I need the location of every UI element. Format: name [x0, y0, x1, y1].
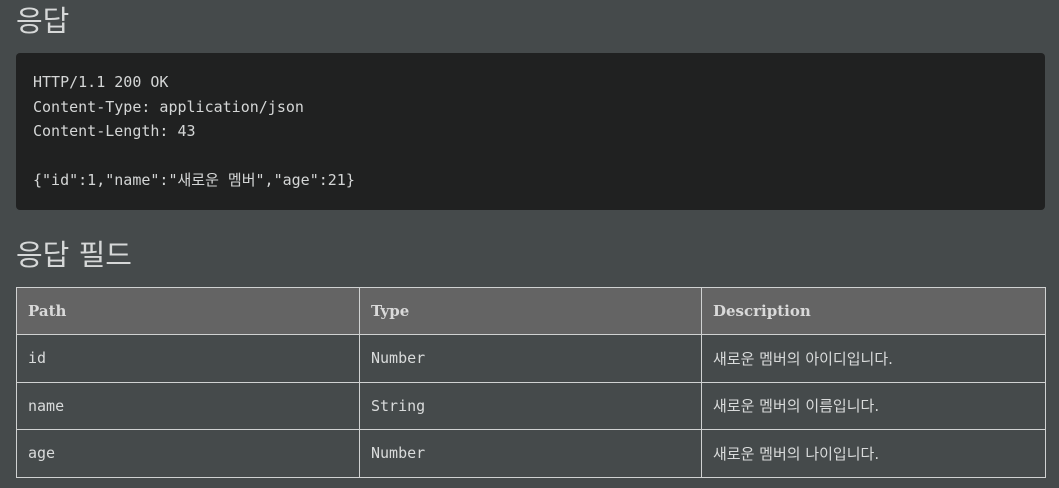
- code-line-content-length: Content-Length: 43: [33, 122, 196, 140]
- cell-description: 새로운 멤버의 이름입니다.: [701, 381, 1046, 430]
- code-line-body: {"id":1,"name":"새로운 멤버","age":21}: [33, 171, 355, 189]
- response-fields-table: Path Type Description id Number 새로운 멤버의 …: [16, 287, 1046, 478]
- response-fields-heading: 응답 필드: [16, 238, 132, 272]
- response-code-block: HTTP/1.1 200 OK Content-Type: applicatio…: [16, 53, 1045, 210]
- cell-path: age: [16, 429, 360, 478]
- table-header-row: Path Type Description: [16, 287, 1046, 335]
- cell-description: 새로운 멤버의 아이디입니다.: [701, 334, 1046, 383]
- header-path: Path: [16, 287, 360, 335]
- cell-description: 새로운 멤버의 나이입니다.: [701, 429, 1046, 478]
- cell-path: id: [16, 334, 360, 383]
- document-page: 응답 HTTP/1.1 200 OK Content-Type: applica…: [0, 0, 1059, 488]
- cell-type: String: [359, 381, 702, 430]
- table-row: name String 새로운 멤버의 이름입니다.: [16, 381, 1046, 430]
- table-row: age Number 새로운 멤버의 나이입니다.: [16, 429, 1046, 478]
- cell-type: Number: [359, 334, 702, 383]
- code-line-content-type: Content-Type: application/json: [33, 97, 304, 116]
- code-line-status: HTTP/1.1 200 OK: [33, 73, 169, 91]
- cell-path: name: [16, 381, 360, 430]
- header-description: Description: [701, 287, 1046, 335]
- cell-type: Number: [359, 429, 702, 478]
- header-type: Type: [359, 287, 702, 335]
- table-row: id Number 새로운 멤버의 아이디입니다.: [16, 334, 1046, 383]
- response-heading: 응답: [16, 4, 70, 38]
